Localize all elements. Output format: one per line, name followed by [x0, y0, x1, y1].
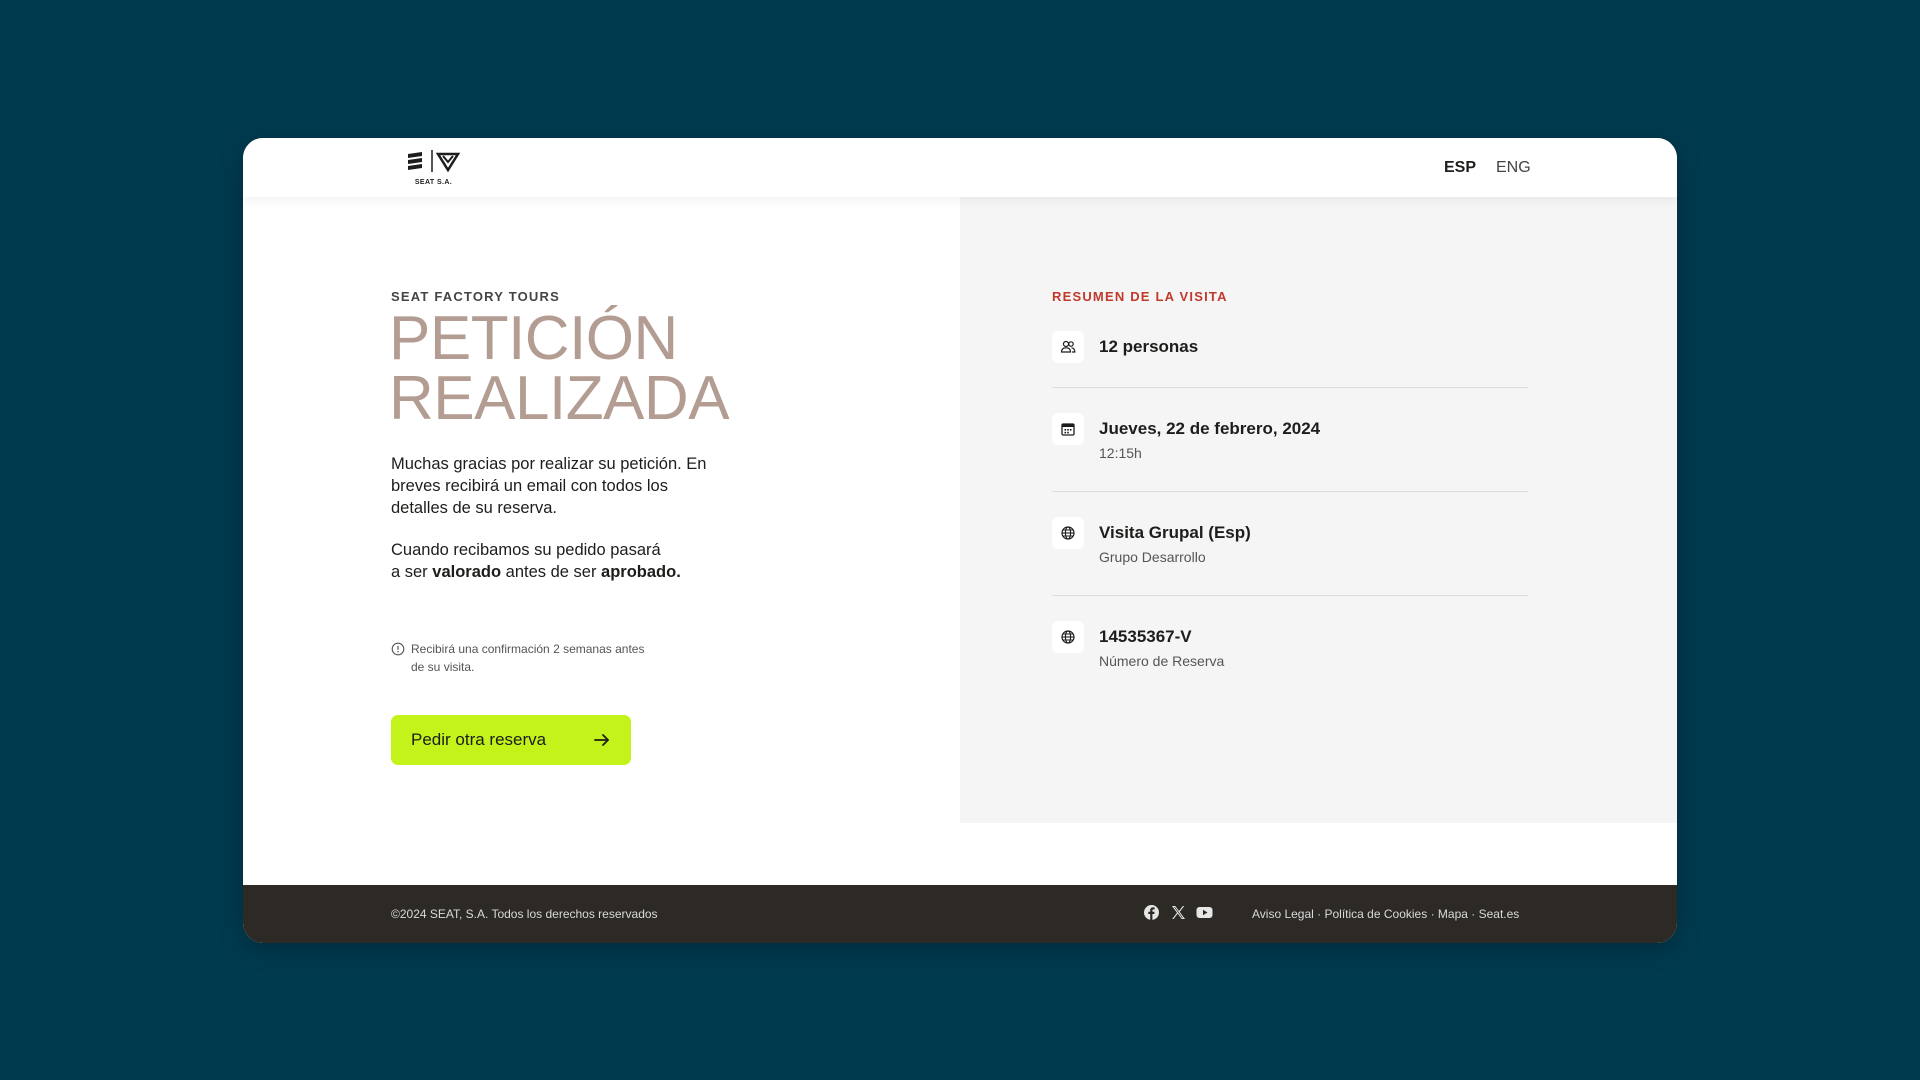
thanks-paragraph: Muchas gracias por realizar su petición.…	[391, 455, 707, 517]
title-line-2: REALIZADA	[389, 364, 730, 433]
app-window: SEAT S.A. ESP ENG SEAT FACTORY TOURS PET…	[243, 138, 1677, 943]
lang-esp-link[interactable]: ESP	[1444, 159, 1476, 177]
divider	[1052, 387, 1528, 388]
summary-item-visit-type: Visita Grupal (Esp) Grupo Desarrollo	[1052, 517, 1528, 577]
confirmation-note: Recibirá una confirmación 2 semanas ante…	[391, 640, 651, 676]
link-separator: ·	[1427, 907, 1438, 921]
approval-paragraph: Cuando recibamos su pedido pasará a ser …	[391, 539, 731, 583]
seat-cupra-logo[interactable]: SEAT S.A.	[406, 148, 466, 190]
reservation-number-label: Número de Reserva	[1099, 653, 1225, 669]
title-line-1: PETICIÓN	[389, 304, 678, 373]
page-title: PETICIÓN REALIZADA	[389, 304, 730, 433]
info-icon	[391, 642, 405, 656]
lang-eng-link[interactable]: ENG	[1496, 159, 1531, 177]
approval-text-1: Cuando recibamos su pedido pasará	[391, 541, 661, 559]
cta-label: Pedir otra reserva	[411, 730, 547, 749]
confirmation-panel: SEAT FACTORY TOURS PETICIÓN REALIZADA Mu…	[243, 197, 960, 823]
approval-text-3: antes de ser	[501, 563, 602, 581]
reservation-number: 14535367-V	[1099, 627, 1192, 646]
approval-bold-2: aprobado.	[601, 563, 681, 581]
visit-date: Jueves, 22 de febrero, 2024	[1099, 419, 1321, 438]
visit-type: Visita Grupal (Esp)	[1099, 523, 1251, 542]
site-footer: ©2024 SEAT, S.A. Todos los derechos rese…	[243, 885, 1677, 943]
visit-time: 12:15h	[1099, 445, 1142, 461]
site-header: SEAT S.A. ESP ENG	[243, 138, 1677, 197]
summary-item-reservation: 14535367-V Número de Reserva	[1052, 621, 1528, 681]
summary-item-date: Jueves, 22 de febrero, 2024 12:15h	[1052, 413, 1528, 473]
eyebrow-label: SEAT FACTORY TOURS	[391, 289, 560, 304]
people-count: 12 personas	[1099, 337, 1199, 356]
summary-item-people: 12 personas	[1052, 331, 1528, 367]
youtube-icon[interactable]	[1196, 904, 1213, 921]
summary-title: RESUMEN DE LA VISITA	[1052, 289, 1228, 304]
link-separator: ·	[1467, 907, 1479, 921]
facebook-icon[interactable]	[1143, 904, 1160, 921]
footer-link-cookies[interactable]: Política de Cookies	[1325, 907, 1428, 921]
arrow-right-icon	[594, 734, 609, 746]
footer-link-seat[interactable]: Seat.es	[1479, 907, 1520, 921]
approval-bold-1: valorado	[432, 563, 502, 581]
footer-link-legal[interactable]: Aviso Legal	[1252, 907, 1314, 921]
calendar-icon	[1052, 413, 1084, 445]
copyright-text: ©2024 SEAT, S.A. Todos los derechos rese…	[391, 907, 658, 921]
group-name: Grupo Desarrollo	[1099, 549, 1206, 565]
x-twitter-icon[interactable]	[1170, 904, 1187, 921]
approval-text-2: a ser	[391, 563, 433, 581]
globe-icon	[1052, 621, 1084, 653]
globe-icon	[1052, 517, 1084, 549]
visit-summary-panel: RESUMEN DE LA VISITA 12 personas Jueves,…	[960, 197, 1677, 823]
note-text: Recibirá una confirmación 2 semanas ante…	[411, 642, 645, 674]
logo-text: SEAT S.A.	[414, 179, 453, 186]
footer-links: Aviso Legal · Política de Cookies · Mapa…	[1252, 907, 1519, 921]
divider	[1052, 491, 1528, 492]
logo-mark-icon	[408, 150, 461, 173]
divider	[1052, 595, 1528, 596]
footer-link-map[interactable]: Mapa	[1438, 907, 1468, 921]
link-separator: ·	[1313, 907, 1325, 921]
new-reservation-button[interactable]: Pedir otra reserva	[391, 715, 631, 765]
people-icon	[1052, 331, 1084, 363]
